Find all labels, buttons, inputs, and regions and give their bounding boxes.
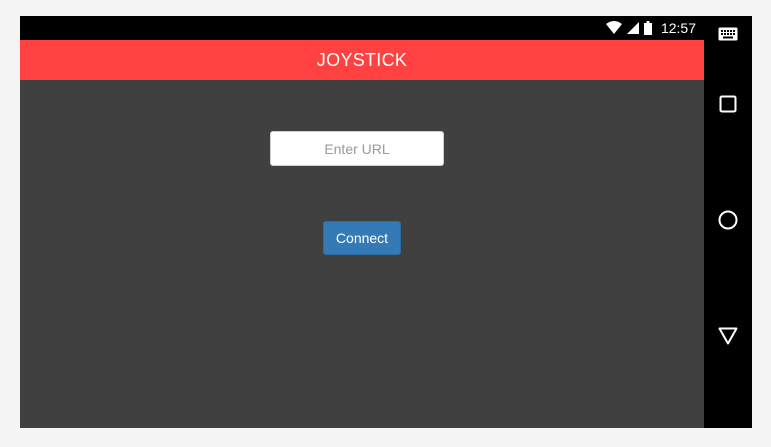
- device-frame: 12:57 JOYSTICK Connect: [20, 16, 752, 428]
- back-button[interactable]: [704, 318, 752, 358]
- android-nav-bar: [704, 16, 752, 428]
- battery-icon: [643, 21, 652, 35]
- keyboard-button[interactable]: [704, 16, 752, 56]
- back-icon: [718, 327, 738, 350]
- keyboard-icon: [718, 27, 738, 46]
- app-screen: JOYSTICK Connect: [20, 40, 704, 428]
- status-clock: 12:57: [660, 20, 696, 36]
- recents-icon: [719, 95, 737, 118]
- status-icons: 12:57: [605, 19, 696, 37]
- app-title-bar: JOYSTICK: [20, 40, 704, 80]
- status-bar: 12:57: [20, 16, 704, 40]
- recents-button[interactable]: [704, 86, 752, 126]
- cell-signal-icon: [626, 22, 639, 34]
- url-input[interactable]: [270, 131, 444, 166]
- connect-button[interactable]: Connect: [323, 221, 401, 255]
- home-icon: [718, 210, 738, 235]
- wifi-icon: [605, 21, 622, 35]
- app-title: JOYSTICK: [316, 49, 408, 70]
- home-button[interactable]: [704, 202, 752, 242]
